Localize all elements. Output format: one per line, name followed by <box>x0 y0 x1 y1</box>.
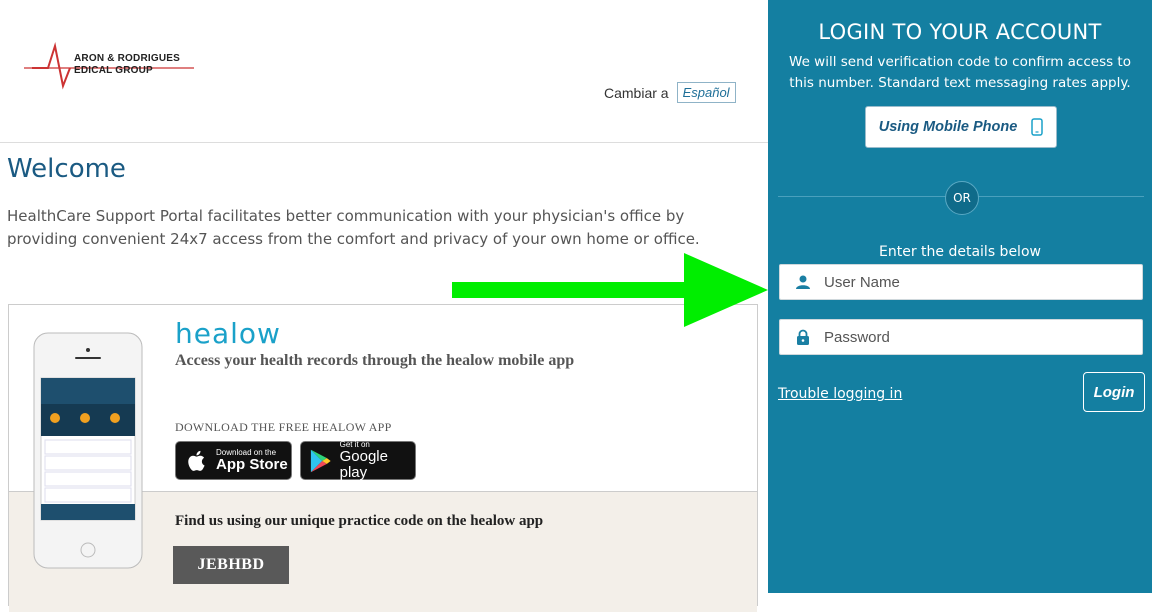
logo-text-line1: ARON & RODRIGUES <box>74 53 180 64</box>
login-panel: LOGIN TO YOUR ACCOUNT We will send verif… <box>768 0 1152 593</box>
download-label: DOWNLOAD THE FREE HEALOW APP <box>175 420 392 434</box>
logo-text-line2: EDICAL GROUP <box>74 65 153 76</box>
login-subtitle: We will send verification code to confir… <box>789 54 1131 91</box>
practice-code-text: Find us using our unique practice code o… <box>175 513 544 529</box>
user-icon <box>792 274 814 290</box>
google-play-button[interactable]: Get it on Google play <box>300 440 416 481</box>
header-divider <box>0 142 768 143</box>
mobile-phone-login-button[interactable]: Using Mobile Phone <box>865 106 1057 148</box>
language-switcher: Cambiar a Español <box>604 82 736 103</box>
login-button[interactable]: Login <box>1083 372 1145 412</box>
healow-card: healow Access your health records throug… <box>8 304 758 612</box>
language-prompt: Cambiar a <box>604 84 669 101</box>
practice-logo: ARON & RODRIGUES EDICAL GROUP <box>22 38 197 94</box>
login-title: LOGIN TO YOUR ACCOUNT <box>818 20 1102 44</box>
google-play-big-text: Google play <box>339 448 388 481</box>
username-input[interactable] <box>822 272 1126 292</box>
practice-code: JEBHBD <box>173 546 289 584</box>
mobile-phone-button-label: Using Mobile Phone <box>878 119 1018 135</box>
password-field[interactable] <box>779 319 1143 355</box>
mobile-phone-icon <box>1031 118 1044 136</box>
username-field[interactable] <box>779 264 1143 300</box>
google-play-icon <box>310 449 331 472</box>
page-title: Welcome <box>7 154 126 184</box>
healow-tagline: Access your health records through the h… <box>175 352 575 369</box>
or-badge: OR <box>945 181 979 215</box>
phone-image <box>33 332 143 569</box>
spanish-link[interactable]: Español <box>676 82 736 103</box>
apple-icon <box>188 450 205 471</box>
enter-details-label: Enter the details below <box>879 244 1041 260</box>
password-input[interactable] <box>822 327 1126 347</box>
app-store-big-text: App Store <box>216 456 288 473</box>
green-arrow-annotation <box>452 253 768 327</box>
healow-brand: healow <box>175 317 281 350</box>
intro-text: HealthCare Support Portal facilitates be… <box>7 207 700 248</box>
app-store-button[interactable]: Download on the App Store <box>175 441 292 480</box>
trouble-logging-in-link[interactable]: Trouble logging in <box>778 386 902 402</box>
lock-icon <box>792 329 814 346</box>
